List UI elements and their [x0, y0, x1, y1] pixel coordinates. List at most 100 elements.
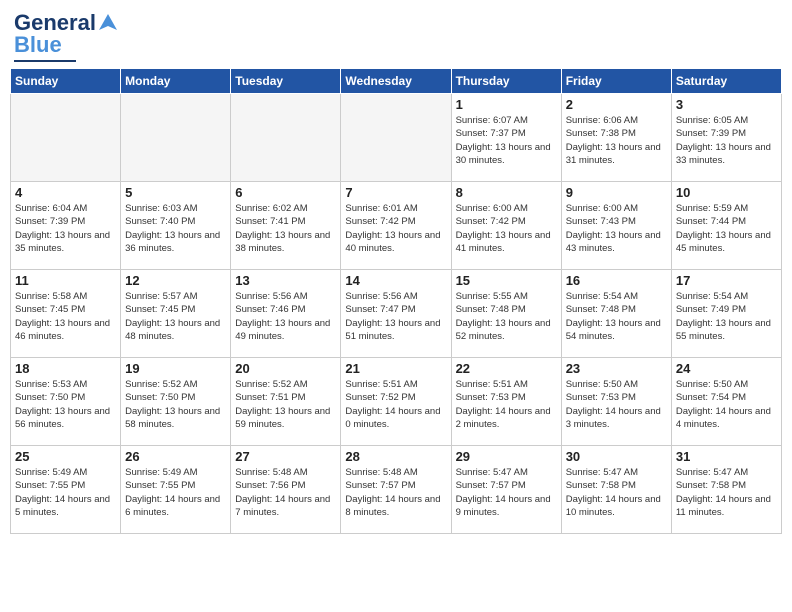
week-row-2: 4 Sunrise: 6:04 AMSunset: 7:39 PMDaylight…: [11, 182, 782, 270]
day-number: 25: [15, 449, 116, 464]
cell-info: Sunrise: 6:02 AMSunset: 7:41 PMDaylight:…: [235, 202, 336, 255]
cell-info: Sunrise: 5:47 AMSunset: 7:58 PMDaylight:…: [566, 466, 667, 519]
cell-info: Sunrise: 5:56 AMSunset: 7:46 PMDaylight:…: [235, 290, 336, 343]
col-header-saturday: Saturday: [671, 69, 781, 94]
day-cell: 27Sunrise: 5:48 AMSunset: 7:56 PMDayligh…: [231, 446, 341, 534]
day-cell: 28Sunrise: 5:48 AMSunset: 7:57 PMDayligh…: [341, 446, 451, 534]
day-cell: 5 Sunrise: 6:03 AMSunset: 7:40 PMDaylight…: [121, 182, 231, 270]
day-cell: 2Sunrise: 6:06 AMSunset: 7:38 PMDaylight…: [561, 94, 671, 182]
day-number: 10: [676, 185, 777, 200]
day-number: 12: [125, 273, 226, 288]
day-cell: 14 Sunrise: 5:56 AMSunset: 7:47 PMDayligh…: [341, 270, 451, 358]
week-row-3: 11Sunrise: 5:58 AMSunset: 7:45 PMDayligh…: [11, 270, 782, 358]
day-number: 7: [345, 185, 446, 200]
col-header-tuesday: Tuesday: [231, 69, 341, 94]
cell-info: Sunrise: 5:54 AMSunset: 7:48 PMDaylight:…: [566, 290, 667, 343]
day-cell: 23 Sunrise: 5:50 AMSunset: 7:53 PMDayligh…: [561, 358, 671, 446]
cell-info: Sunrise: 5:50 AMSunset: 7:53 PMDaylight:…: [566, 378, 667, 431]
day-number: 23: [566, 361, 667, 376]
col-header-monday: Monday: [121, 69, 231, 94]
day-number: 14: [345, 273, 446, 288]
day-cell: 19 Sunrise: 5:52 AMSunset: 7:50 PMDayligh…: [121, 358, 231, 446]
day-number: 29: [456, 449, 557, 464]
cell-info: Sunrise: 5:48 AMSunset: 7:56 PMDaylight:…: [235, 466, 336, 519]
day-cell: 1 Sunrise: 6:07 AMSunset: 7:37 PMDaylight…: [451, 94, 561, 182]
day-cell: 24 Sunrise: 5:50 AMSunset: 7:54 PMDayligh…: [671, 358, 781, 446]
cell-info: Sunrise: 6:03 AMSunset: 7:40 PMDaylight:…: [125, 202, 226, 255]
cell-info: Sunrise: 5:51 AMSunset: 7:53 PMDaylight:…: [456, 378, 557, 431]
cell-info: Sunrise: 6:00 AMSunset: 7:42 PMDaylight:…: [456, 202, 557, 255]
day-cell: [11, 94, 121, 182]
cell-info: Sunrise: 5:59 AMSunset: 7:44 PMDaylight:…: [676, 202, 777, 255]
cell-info: Sunrise: 6:07 AMSunset: 7:37 PMDaylight:…: [456, 114, 557, 167]
day-number: 4: [15, 185, 116, 200]
day-cell: 16 Sunrise: 5:54 AMSunset: 7:48 PMDayligh…: [561, 270, 671, 358]
week-row-1: 1 Sunrise: 6:07 AMSunset: 7:37 PMDaylight…: [11, 94, 782, 182]
day-number: 13: [235, 273, 336, 288]
cell-info: Sunrise: 6:04 AMSunset: 7:39 PMDaylight:…: [15, 202, 116, 255]
day-number: 26: [125, 449, 226, 464]
day-number: 16: [566, 273, 667, 288]
day-cell: 29 Sunrise: 5:47 AMSunset: 7:57 PMDayligh…: [451, 446, 561, 534]
logo: General Blue: [14, 10, 119, 62]
cell-info: Sunrise: 5:55 AMSunset: 7:48 PMDaylight:…: [456, 290, 557, 343]
day-number: 18: [15, 361, 116, 376]
day-cell: [231, 94, 341, 182]
cell-info: Sunrise: 5:52 AMSunset: 7:51 PMDaylight:…: [235, 378, 336, 431]
day-number: 5: [125, 185, 226, 200]
cell-info: Sunrise: 5:54 AMSunset: 7:49 PMDaylight:…: [676, 290, 777, 343]
day-number: 8: [456, 185, 557, 200]
logo-underline: [14, 60, 76, 62]
day-number: 15: [456, 273, 557, 288]
day-number: 17: [676, 273, 777, 288]
page-header: General Blue: [10, 10, 782, 62]
cell-info: Sunrise: 5:52 AMSunset: 7:50 PMDaylight:…: [125, 378, 226, 431]
day-cell: 20 Sunrise: 5:52 AMSunset: 7:51 PMDayligh…: [231, 358, 341, 446]
day-number: 30: [566, 449, 667, 464]
day-number: 21: [345, 361, 446, 376]
day-cell: 6 Sunrise: 6:02 AMSunset: 7:41 PMDaylight…: [231, 182, 341, 270]
day-cell: 17 Sunrise: 5:54 AMSunset: 7:49 PMDayligh…: [671, 270, 781, 358]
day-number: 11: [15, 273, 116, 288]
day-number: 1: [456, 97, 557, 112]
day-cell: 15 Sunrise: 5:55 AMSunset: 7:48 PMDayligh…: [451, 270, 561, 358]
day-cell: 3Sunrise: 6:05 AMSunset: 7:39 PMDaylight…: [671, 94, 781, 182]
col-header-thursday: Thursday: [451, 69, 561, 94]
day-cell: 10 Sunrise: 5:59 AMSunset: 7:44 PMDayligh…: [671, 182, 781, 270]
day-number: 9: [566, 185, 667, 200]
cell-info: Sunrise: 6:00 AMSunset: 7:43 PMDaylight:…: [566, 202, 667, 255]
day-cell: 8 Sunrise: 6:00 AMSunset: 7:42 PMDaylight…: [451, 182, 561, 270]
logo-icon: [97, 12, 119, 34]
day-number: 6: [235, 185, 336, 200]
day-number: 28: [345, 449, 446, 464]
col-header-wednesday: Wednesday: [341, 69, 451, 94]
cell-info: Sunrise: 5:49 AMSunset: 7:55 PMDaylight:…: [125, 466, 226, 519]
day-cell: 13 Sunrise: 5:56 AMSunset: 7:46 PMDayligh…: [231, 270, 341, 358]
calendar-table: SundayMondayTuesdayWednesdayThursdayFrid…: [10, 68, 782, 534]
col-header-sunday: Sunday: [11, 69, 121, 94]
day-number: 31: [676, 449, 777, 464]
cell-info: Sunrise: 5:56 AMSunset: 7:47 PMDaylight:…: [345, 290, 446, 343]
cell-info: Sunrise: 5:49 AMSunset: 7:55 PMDaylight:…: [15, 466, 116, 519]
day-cell: 26 Sunrise: 5:49 AMSunset: 7:55 PMDayligh…: [121, 446, 231, 534]
day-number: 19: [125, 361, 226, 376]
week-row-5: 25 Sunrise: 5:49 AMSunset: 7:55 PMDayligh…: [11, 446, 782, 534]
day-number: 20: [235, 361, 336, 376]
cell-info: Sunrise: 5:47 AMSunset: 7:57 PMDaylight:…: [456, 466, 557, 519]
header-row: SundayMondayTuesdayWednesdayThursdayFrid…: [11, 69, 782, 94]
day-cell: 31 Sunrise: 5:47 AMSunset: 7:58 PMDayligh…: [671, 446, 781, 534]
cell-info: Sunrise: 6:01 AMSunset: 7:42 PMDaylight:…: [345, 202, 446, 255]
cell-info: Sunrise: 5:47 AMSunset: 7:58 PMDaylight:…: [676, 466, 777, 519]
day-cell: 7 Sunrise: 6:01 AMSunset: 7:42 PMDaylight…: [341, 182, 451, 270]
day-cell: 30 Sunrise: 5:47 AMSunset: 7:58 PMDayligh…: [561, 446, 671, 534]
day-cell: 21Sunrise: 5:51 AMSunset: 7:52 PMDayligh…: [341, 358, 451, 446]
cell-info: Sunrise: 5:53 AMSunset: 7:50 PMDaylight:…: [15, 378, 116, 431]
day-cell: 22Sunrise: 5:51 AMSunset: 7:53 PMDayligh…: [451, 358, 561, 446]
day-number: 24: [676, 361, 777, 376]
day-cell: 12 Sunrise: 5:57 AMSunset: 7:45 PMDayligh…: [121, 270, 231, 358]
cell-info: Sunrise: 5:50 AMSunset: 7:54 PMDaylight:…: [676, 378, 777, 431]
day-cell: 9 Sunrise: 6:00 AMSunset: 7:43 PMDaylight…: [561, 182, 671, 270]
day-cell: 18 Sunrise: 5:53 AMSunset: 7:50 PMDayligh…: [11, 358, 121, 446]
cell-info: Sunrise: 5:57 AMSunset: 7:45 PMDaylight:…: [125, 290, 226, 343]
day-cell: 4 Sunrise: 6:04 AMSunset: 7:39 PMDaylight…: [11, 182, 121, 270]
